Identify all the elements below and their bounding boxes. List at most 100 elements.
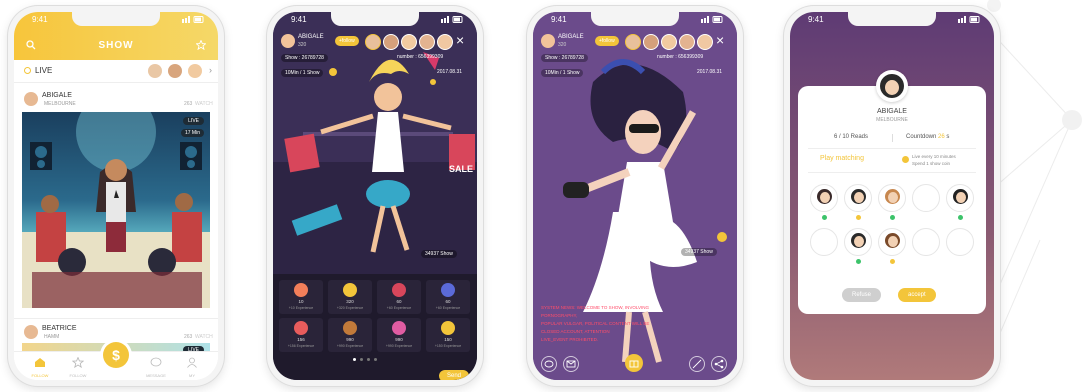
- heart-icon[interactable]: [717, 232, 727, 242]
- section-divider: [808, 172, 976, 173]
- avatar[interactable]: [168, 64, 182, 78]
- live-label: LIVE: [35, 66, 53, 75]
- live-card[interactable]: ABIGALE MELBOURNE 263 WATCH LIVE 17 Min: [14, 84, 218, 314]
- message-button[interactable]: [563, 356, 579, 372]
- sale-tag: SALE: [449, 164, 474, 174]
- concert-illustration[interactable]: LIVE 17 Min: [22, 112, 210, 308]
- comment-button[interactable]: [541, 356, 557, 372]
- bottom-nav: FOLLOW FOLLOW $ MESSAGE MY: [14, 342, 218, 380]
- gift-experience: +60 Experience: [435, 306, 461, 310]
- gift-icon: [392, 321, 406, 335]
- gift-item[interactable]: 320 +320 Experience: [328, 280, 372, 314]
- coin-button[interactable]: $: [103, 342, 129, 368]
- seat-occupied[interactable]: [844, 184, 872, 220]
- avatar[interactable]: [188, 64, 202, 78]
- chat-icon: [544, 360, 554, 368]
- viewer-avatar[interactable]: [697, 34, 713, 50]
- seat-empty[interactable]: [946, 228, 974, 256]
- gift-experience: +990 Experience: [385, 344, 413, 348]
- room-number: number : 656399309: [397, 54, 444, 60]
- status-bar: 9:41: [804, 15, 980, 27]
- seat-occupied[interactable]: [946, 184, 974, 220]
- seat-occupied[interactable]: [878, 184, 906, 220]
- seat-occupied[interactable]: [878, 228, 906, 264]
- chevron-right-icon[interactable]: ›: [209, 65, 212, 75]
- live-badge: LIVE: [183, 117, 204, 125]
- viewer-avatar[interactable]: [625, 34, 641, 50]
- gift-item[interactable]: 990 +990 Experience: [377, 318, 421, 352]
- follow-button[interactable]: +follow: [335, 36, 359, 46]
- battery-icon: [958, 16, 980, 23]
- card-watch-count: 263: [184, 334, 193, 340]
- seat-occupied[interactable]: [844, 228, 872, 264]
- host-avatar[interactable]: [541, 34, 555, 48]
- close-icon[interactable]: ×: [716, 32, 724, 48]
- follow-button[interactable]: +follow: [595, 36, 619, 46]
- viewer-avatar[interactable]: [661, 34, 677, 50]
- nav-item-home[interactable]: FOLLOW: [28, 355, 52, 378]
- gift-item[interactable]: 60 +60 Experience: [377, 280, 421, 314]
- host-avatar[interactable]: [281, 34, 295, 48]
- viewer-avatar[interactable]: [437, 34, 453, 50]
- share-button[interactable]: [711, 356, 727, 372]
- countdown: Countdown 26 s: [906, 134, 949, 140]
- status-bar: 9:41: [547, 15, 723, 27]
- gift-item[interactable]: 10 +10 Experience: [279, 280, 323, 314]
- avatar: [817, 189, 832, 204]
- show-count: Show : 26789728: [541, 54, 588, 62]
- viewer-avatar[interactable]: [383, 34, 399, 50]
- refuse-button[interactable]: Refuse: [842, 288, 882, 302]
- page-dot-active: [353, 358, 356, 361]
- gift-item[interactable]: 156 +156 Experience: [279, 318, 323, 352]
- duration-badge: 10Min / 1 Show: [281, 69, 324, 77]
- viewer-avatar[interactable]: [365, 34, 381, 50]
- page-dot[interactable]: [374, 358, 377, 361]
- gift-experience: +156 Experience: [287, 344, 315, 348]
- share-icon: [714, 359, 724, 369]
- seat-occupied[interactable]: [810, 184, 838, 220]
- gift-item[interactable]: 150 +150 Experience: [426, 318, 470, 352]
- status-bar: 9:41: [28, 15, 204, 27]
- accept-button[interactable]: accept: [898, 288, 936, 302]
- seat-empty[interactable]: [810, 228, 838, 256]
- divider: [892, 134, 893, 142]
- viewer-avatar[interactable]: [401, 34, 417, 50]
- screen-live-room: 9:41 ABIGALE 320 +follow × Show : 267897…: [533, 12, 737, 380]
- gift-item[interactable]: 990 +990 Experience: [328, 318, 372, 352]
- home-icon: [35, 358, 45, 367]
- page-dot[interactable]: [367, 358, 370, 361]
- nav-item-message[interactable]: MESSAGE: [144, 355, 168, 378]
- play-matching-tab[interactable]: Play matching: [820, 155, 864, 162]
- tip-line: Live every 10 minutes: [912, 154, 956, 159]
- filter-button[interactable]: [689, 356, 705, 372]
- send-button[interactable]: Send: [438, 370, 469, 380]
- gift-icon: [441, 321, 455, 335]
- status-time: 9:41: [32, 15, 48, 24]
- person-icon: [187, 357, 197, 368]
- nav-item-follow[interactable]: FOLLOW: [66, 355, 90, 378]
- seat-empty[interactable]: [912, 184, 940, 212]
- page-title: SHOW: [98, 40, 134, 51]
- gift-item[interactable]: 60 +60 Experience: [426, 280, 470, 314]
- card-host-location: MELBOURNE: [44, 101, 76, 107]
- battery-icon: [182, 16, 204, 23]
- avatar[interactable]: [148, 64, 162, 78]
- status-bar: 9:41: [287, 15, 463, 27]
- viewer-avatar[interactable]: [643, 34, 659, 50]
- coin-icon: $: [112, 347, 120, 363]
- live-date: 2017.08.31: [697, 69, 723, 75]
- page-dot[interactable]: [360, 358, 363, 361]
- nav-label: MY: [189, 373, 195, 378]
- gift-button[interactable]: [625, 354, 643, 372]
- gift-icon: [392, 283, 406, 297]
- close-icon[interactable]: ×: [456, 32, 464, 48]
- viewer-avatar[interactable]: [679, 34, 695, 50]
- seat-empty[interactable]: [912, 228, 940, 256]
- viewer-avatar[interactable]: [419, 34, 435, 50]
- gift-experience: +320 Experience: [336, 306, 364, 310]
- tip-line: Spend 1 show coin: [912, 161, 951, 166]
- star-icon[interactable]: [196, 40, 206, 50]
- gift-count: 990: [346, 337, 354, 342]
- nav-item-my[interactable]: MY: [180, 355, 204, 378]
- live-row[interactable]: LIVE ›: [14, 60, 218, 83]
